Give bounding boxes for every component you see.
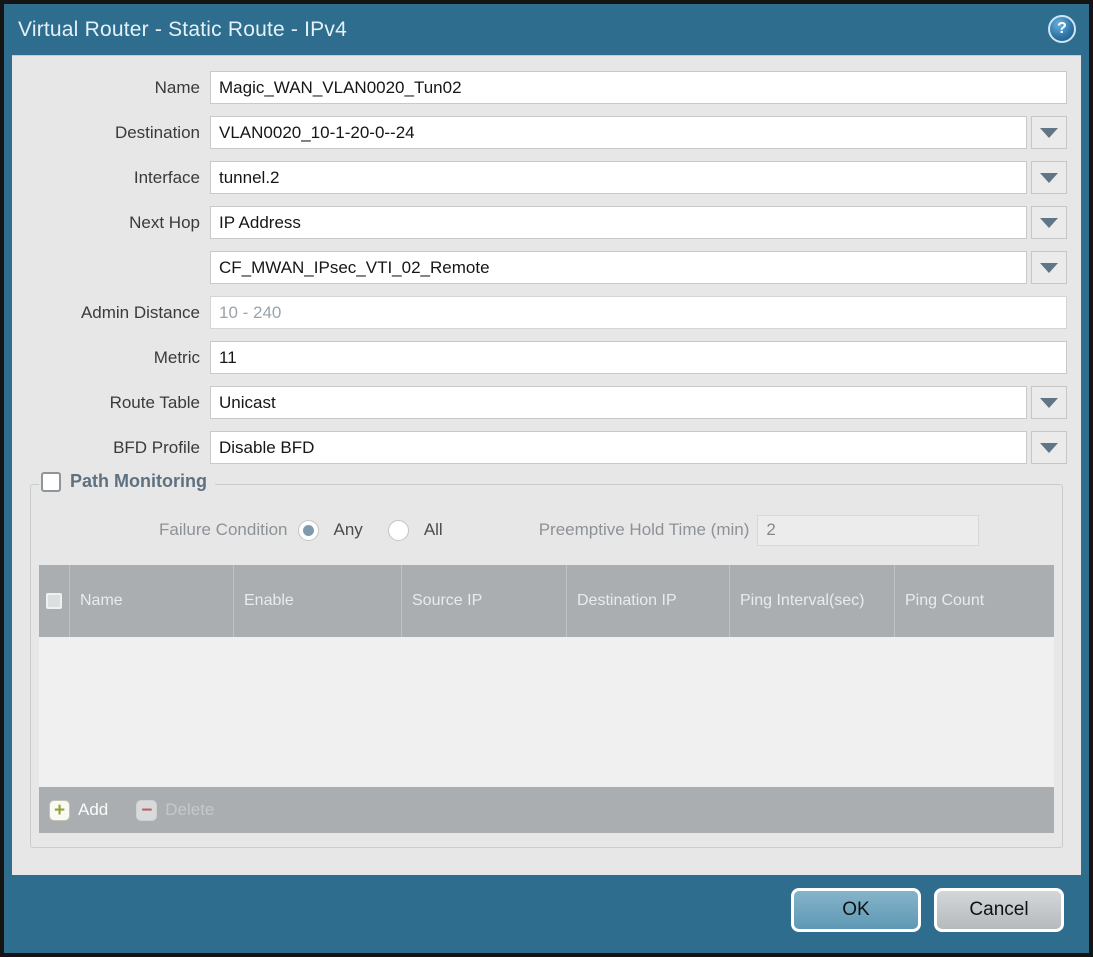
delete-button-label: Delete [165, 800, 214, 820]
admin-distance-row: Admin Distance [12, 296, 1081, 329]
destination-row: Destination [12, 116, 1081, 149]
interface-input[interactable] [210, 161, 1027, 194]
dialog-title: Virtual Router - Static Route - IPv4 [18, 18, 347, 42]
cancel-button[interactable]: Cancel [934, 888, 1064, 932]
table-body-empty [39, 637, 1054, 787]
column-header-destination-ip[interactable]: Destination IP [566, 565, 729, 637]
path-monitoring-section: Path Monitoring Failure Condition Any Al… [30, 484, 1063, 848]
bfd-profile-row: BFD Profile [12, 431, 1081, 464]
preemptive-hold-time-input[interactable] [757, 515, 979, 546]
metric-row: Metric [12, 341, 1081, 374]
select-all-cell [39, 565, 69, 637]
failure-condition-any-radio[interactable] [298, 520, 319, 541]
route-table-dropdown-button[interactable] [1031, 386, 1067, 419]
column-header-ping-count[interactable]: Ping Count [894, 565, 1054, 637]
failure-condition-all-label: All [424, 520, 443, 540]
delete-icon: − [136, 800, 157, 821]
chevron-down-icon [1040, 128, 1058, 138]
next-hop-address-input[interactable] [210, 251, 1027, 284]
add-button[interactable]: + Add [49, 800, 108, 821]
destination-dropdown-button[interactable] [1031, 116, 1067, 149]
route-table-row: Route Table [12, 386, 1081, 419]
delete-button[interactable]: − Delete [136, 800, 214, 821]
admin-distance-input[interactable] [210, 296, 1067, 329]
help-icon[interactable]: ? [1048, 15, 1076, 43]
name-label: Name [12, 78, 210, 98]
failure-condition-all-radio[interactable] [388, 520, 409, 541]
dialog-window: Virtual Router - Static Route - IPv4 ? N… [0, 0, 1093, 957]
add-icon: + [49, 800, 70, 821]
path-monitoring-table: Name Enable Source IP Destination IP Pin… [39, 565, 1054, 833]
chevron-down-icon [1040, 443, 1058, 453]
interface-dropdown-button[interactable] [1031, 161, 1067, 194]
next-hop-type-input[interactable] [210, 206, 1027, 239]
dialog-footer: OK Cancel [4, 875, 1089, 953]
chevron-down-icon [1040, 263, 1058, 273]
next-hop-row: Next Hop [12, 206, 1081, 239]
ok-button[interactable]: OK [791, 888, 921, 932]
column-header-enable[interactable]: Enable [233, 565, 401, 637]
failure-condition-row: Failure Condition Any All Preemptive Hol… [39, 513, 1054, 547]
destination-input[interactable] [210, 116, 1027, 149]
interface-row: Interface [12, 161, 1081, 194]
bfd-profile-input[interactable] [210, 431, 1027, 464]
route-table-input[interactable] [210, 386, 1027, 419]
name-row: Name [12, 71, 1081, 104]
destination-label: Destination [12, 123, 210, 143]
metric-label: Metric [12, 348, 210, 368]
path-monitoring-title: Path Monitoring [70, 471, 207, 492]
path-monitoring-legend: Path Monitoring [39, 471, 215, 492]
preemptive-hold-time-label: Preemptive Hold Time (min) [539, 520, 750, 540]
failure-condition-any-label: Any [334, 520, 363, 540]
dialog-content: Name Destination Interface [12, 55, 1081, 875]
interface-label: Interface [12, 168, 210, 188]
column-header-source-ip[interactable]: Source IP [401, 565, 566, 637]
bfd-profile-dropdown-button[interactable] [1031, 431, 1067, 464]
route-table-label: Route Table [12, 393, 210, 413]
chevron-down-icon [1040, 218, 1058, 228]
next-hop-label: Next Hop [12, 213, 210, 233]
column-header-name[interactable]: Name [69, 565, 233, 637]
title-bar: Virtual Router - Static Route - IPv4 ? [4, 4, 1089, 55]
admin-distance-label: Admin Distance [12, 303, 210, 323]
chevron-down-icon [1040, 398, 1058, 408]
bfd-profile-label: BFD Profile [12, 438, 210, 458]
metric-input[interactable] [210, 341, 1067, 374]
table-footer: + Add − Delete [39, 787, 1054, 833]
next-hop-address-dropdown-button[interactable] [1031, 251, 1067, 284]
column-header-ping-interval[interactable]: Ping Interval(sec) [729, 565, 894, 637]
select-all-checkbox[interactable] [46, 593, 62, 609]
name-input[interactable] [210, 71, 1067, 104]
static-route-form: Name Destination Interface [12, 56, 1081, 464]
add-button-label: Add [78, 800, 108, 820]
table-header: Name Enable Source IP Destination IP Pin… [39, 565, 1054, 637]
failure-condition-label: Failure Condition [159, 520, 288, 540]
chevron-down-icon [1040, 173, 1058, 183]
next-hop-address-row [12, 251, 1081, 284]
next-hop-type-dropdown-button[interactable] [1031, 206, 1067, 239]
path-monitoring-checkbox[interactable] [41, 472, 61, 492]
